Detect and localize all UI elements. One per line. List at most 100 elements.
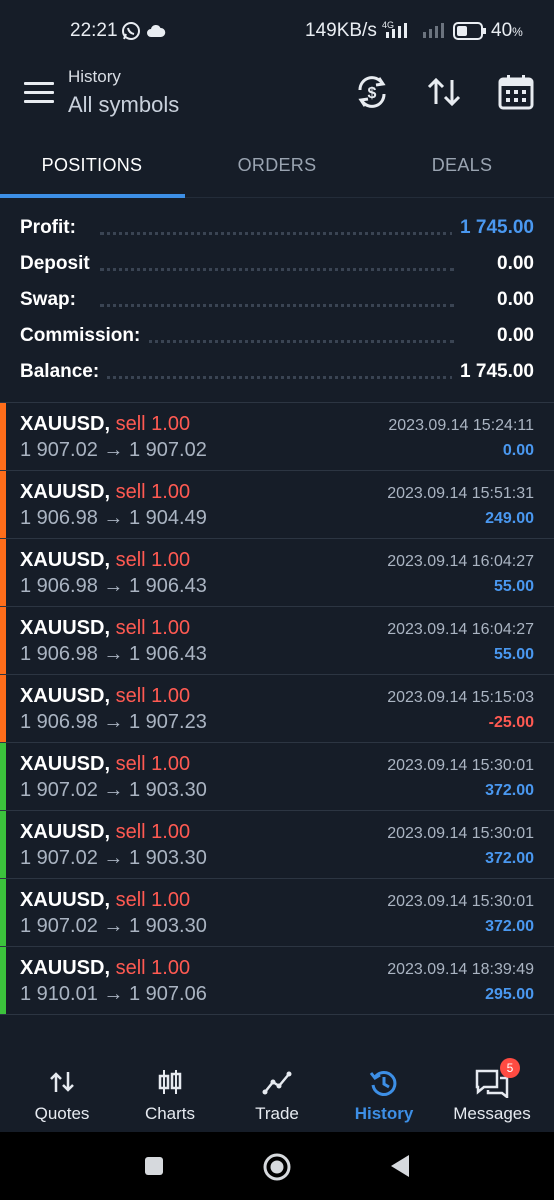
position-row[interactable]: XAUUSD, sell 1.00 1 907.02 → 1 907.02 2023… [0,402,554,470]
position-row[interactable]: XAUUSD, sell 1.00 1 906.98 → 1 904.49 2023… [0,470,554,538]
position-time: 2023.09.14 15:30:01 [387,893,534,910]
svg-text:$: $ [368,85,377,102]
nav-history[interactable]: History [329,1058,439,1132]
summary-row-profit: Profit: 1 745.00 [0,210,554,246]
position-side: sell 1.00 [115,481,191,503]
nav-charts[interactable]: Charts [115,1058,225,1132]
tab-bar: POSITIONS ORDERS DEALS [0,142,554,198]
nav-trade[interactable]: Trade [222,1058,332,1132]
position-profit: 55.00 [493,578,534,595]
summary-panel: Profit: 1 745.00 Deposit 0.00 Swap: 0.00… [0,210,554,390]
position-row[interactable]: XAUUSD, sell 1.00 1 906.98 → 1 906.43 2023… [0,538,554,606]
tab-positions[interactable]: POSITIONS [0,142,184,198]
position-status-bar [0,947,6,1014]
position-status-bar [0,539,6,606]
position-row[interactable]: XAUUSD, sell 1.00 1 910.01 → 1 907.06 2023… [0,946,554,1015]
position-side: sell 1.00 [115,685,191,707]
summary-row-balance: Balance: 1 745.00 [0,354,554,390]
back-button[interactable] [389,1154,411,1183]
symbol-name: XAUUSD, [20,413,111,435]
nav-messages[interactable]: Messages [437,1058,547,1132]
position-status-bar [0,403,6,470]
position-symbol: XAUUSD, sell 1.00 [20,753,190,776]
position-prices: 1 906.98 → 1 906.43 [20,575,207,597]
position-symbol: XAUUSD, sell 1.00 [20,685,190,708]
charts-icon [156,1068,184,1101]
position-symbol: XAUUSD, sell 1.00 [20,957,190,980]
position-row[interactable]: XAUUSD, sell 1.00 1 907.02 → 1 903.30 2023… [0,742,554,810]
signal-4g-icon: 4G [382,20,416,47]
symbol-name: XAUUSD, [20,617,111,639]
position-side: sell 1.00 [115,549,191,571]
tab-deals[interactable]: DEALS [370,142,554,198]
summary-value: 1 745.00 [452,217,534,239]
summary-value: 0.00 [489,289,534,311]
summary-value: 1 745.00 [452,361,534,383]
symbol-name: XAUUSD, [20,889,111,911]
position-side: sell 1.00 [115,821,191,843]
summary-label: Profit: [20,217,84,239]
position-symbol: XAUUSD, sell 1.00 [20,889,190,912]
summary-label: Commission: [20,325,149,347]
position-prices: 1 907.02 → 1 903.30 [20,915,207,937]
position-symbol: XAUUSD, sell 1.00 [20,413,190,436]
position-status-bar [0,675,6,742]
summary-row-swap: Swap: 0.00 [0,282,554,318]
summary-row-commission: Commission: 0.00 [0,318,554,354]
summary-label: Swap: [20,289,84,311]
history-icon [369,1068,399,1103]
sort-icon[interactable] [424,72,464,112]
quotes-icon [48,1068,76,1101]
tab-orders[interactable]: ORDERS [185,142,369,198]
position-status-bar [0,811,6,878]
position-prices: 1 907.02 → 1 903.30 [20,847,207,869]
position-side: sell 1.00 [115,617,191,639]
nav-label: Trade [255,1104,299,1123]
symbol-name: XAUUSD, [20,481,111,503]
position-row[interactable]: XAUUSD, sell 1.00 1 906.98 → 1 907.23 2023… [0,674,554,742]
dotted-leader [100,304,454,307]
network-type-label: 4G [382,20,394,30]
position-side: sell 1.00 [115,753,191,775]
position-time: 2023.09.14 18:39:49 [387,961,534,978]
position-profit: 372.00 [485,782,534,799]
battery-icon [453,22,487,45]
bottom-nav: Quotes Charts Trade History Messages 5 [0,1058,554,1132]
position-row[interactable]: XAUUSD, sell 1.00 1 907.02 → 1 903.30 2023… [0,810,554,878]
position-time: 2023.09.14 15:30:01 [387,825,534,842]
position-time: 2023.09.14 16:04:27 [387,553,534,570]
system-nav-bar [0,1132,554,1200]
menu-icon[interactable] [24,82,54,106]
position-symbol: XAUUSD, sell 1.00 [20,617,190,640]
position-side: sell 1.00 [115,413,191,435]
cloud-icon [146,24,166,43]
position-status-bar [0,607,6,674]
summary-value: 0.00 [489,253,534,275]
nav-label: Messages [453,1104,531,1123]
trade-icon [262,1068,292,1101]
messages-badge: 5 [500,1058,520,1078]
position-symbol: XAUUSD, sell 1.00 [20,481,190,504]
position-prices: 1 906.98 → 1 904.49 [20,507,207,529]
position-profit: 372.00 [485,850,534,867]
status-time: 22:21 [70,20,118,41]
calendar-icon[interactable] [497,72,537,112]
symbol-filter[interactable]: All symbols [68,92,179,118]
currency-exchange-icon[interactable]: $ [352,72,392,112]
position-row[interactable]: XAUUSD, sell 1.00 1 907.02 → 1 903.30 2023… [0,878,554,946]
position-profit: -25.00 [488,714,534,731]
dotted-leader [100,376,454,379]
position-row[interactable]: XAUUSD, sell 1.00 1 906.98 → 1 906.43 2023… [0,606,554,674]
home-button[interactable] [262,1152,292,1187]
position-side: sell 1.00 [115,957,191,979]
position-prices: 1 906.98 → 1 906.43 [20,643,207,665]
recent-apps-button[interactable] [144,1156,164,1181]
position-side: sell 1.00 [115,889,191,911]
position-status-bar [0,743,6,810]
network-speed: 149KB/s [305,20,377,41]
position-prices: 1 907.02 → 1 907.02 [20,439,207,461]
position-status-bar [0,879,6,946]
positions-list: XAUUSD, sell 1.00 1 907.02 → 1 907.02 2023… [0,402,554,1015]
position-time: 2023.09.14 15:15:03 [387,689,534,706]
nav-quotes[interactable]: Quotes [7,1058,117,1132]
